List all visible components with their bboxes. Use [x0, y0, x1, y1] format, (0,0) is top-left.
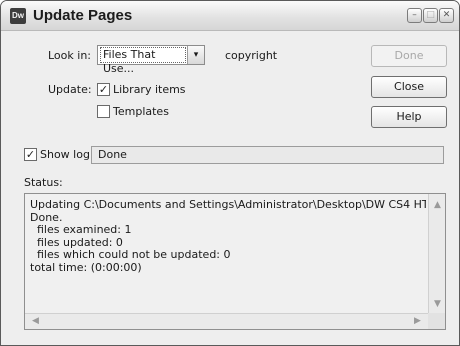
scroll-left-icon[interactable]: ◀ — [28, 314, 43, 328]
library-items-label: Library items — [113, 83, 186, 96]
close-button[interactable]: Close — [371, 76, 447, 98]
library-items-checkbox[interactable]: ✓ — [97, 83, 110, 96]
show-log-checkbox[interactable]: ✓ — [24, 148, 37, 161]
templates-label: Templates — [113, 105, 169, 118]
chevron-down-icon[interactable]: ▾ — [187, 46, 204, 64]
scrollbar-corner — [428, 313, 445, 329]
status-text: Updating C:\Documents and Settings\Admin… — [30, 199, 426, 274]
close-icon[interactable]: ✕ — [439, 8, 454, 23]
templates-checkbox[interactable] — [97, 105, 110, 118]
maximize-icon[interactable]: □ — [423, 8, 438, 23]
status-output[interactable]: Updating C:\Documents and Settings\Admin… — [24, 193, 446, 330]
update-pages-dialog: Dw Update Pages – □ ✕ Look in: Files Tha… — [0, 0, 460, 346]
help-button[interactable]: Help — [371, 106, 447, 128]
status-label: Status: — [24, 176, 63, 189]
log-field: Done — [91, 146, 444, 164]
look-in-selected-value: Files That Use... — [100, 47, 186, 75]
horizontal-scrollbar[interactable]: ◀ ▶ — [25, 313, 428, 329]
vertical-scrollbar[interactable]: ▲ ▼ — [428, 194, 445, 314]
title-bar[interactable]: Dw Update Pages – □ ✕ — [1, 1, 459, 31]
dreamweaver-app-icon: Dw — [10, 8, 26, 24]
look-in-select[interactable]: Files That Use... ▾ — [97, 45, 205, 75]
look-in-label: Look in: — [48, 49, 91, 62]
show-log-label: Show log — [40, 148, 90, 161]
minimize-icon[interactable]: – — [407, 8, 422, 23]
scroll-down-icon[interactable]: ▼ — [430, 297, 445, 311]
dialog-title: Update Pages — [33, 7, 133, 24]
done-button[interactable]: Done — [371, 45, 447, 67]
scroll-right-icon[interactable]: ▶ — [410, 314, 425, 328]
look-in-value-text: copyright — [225, 49, 278, 62]
update-label: Update: — [48, 83, 92, 96]
scroll-up-icon[interactable]: ▲ — [430, 198, 445, 212]
